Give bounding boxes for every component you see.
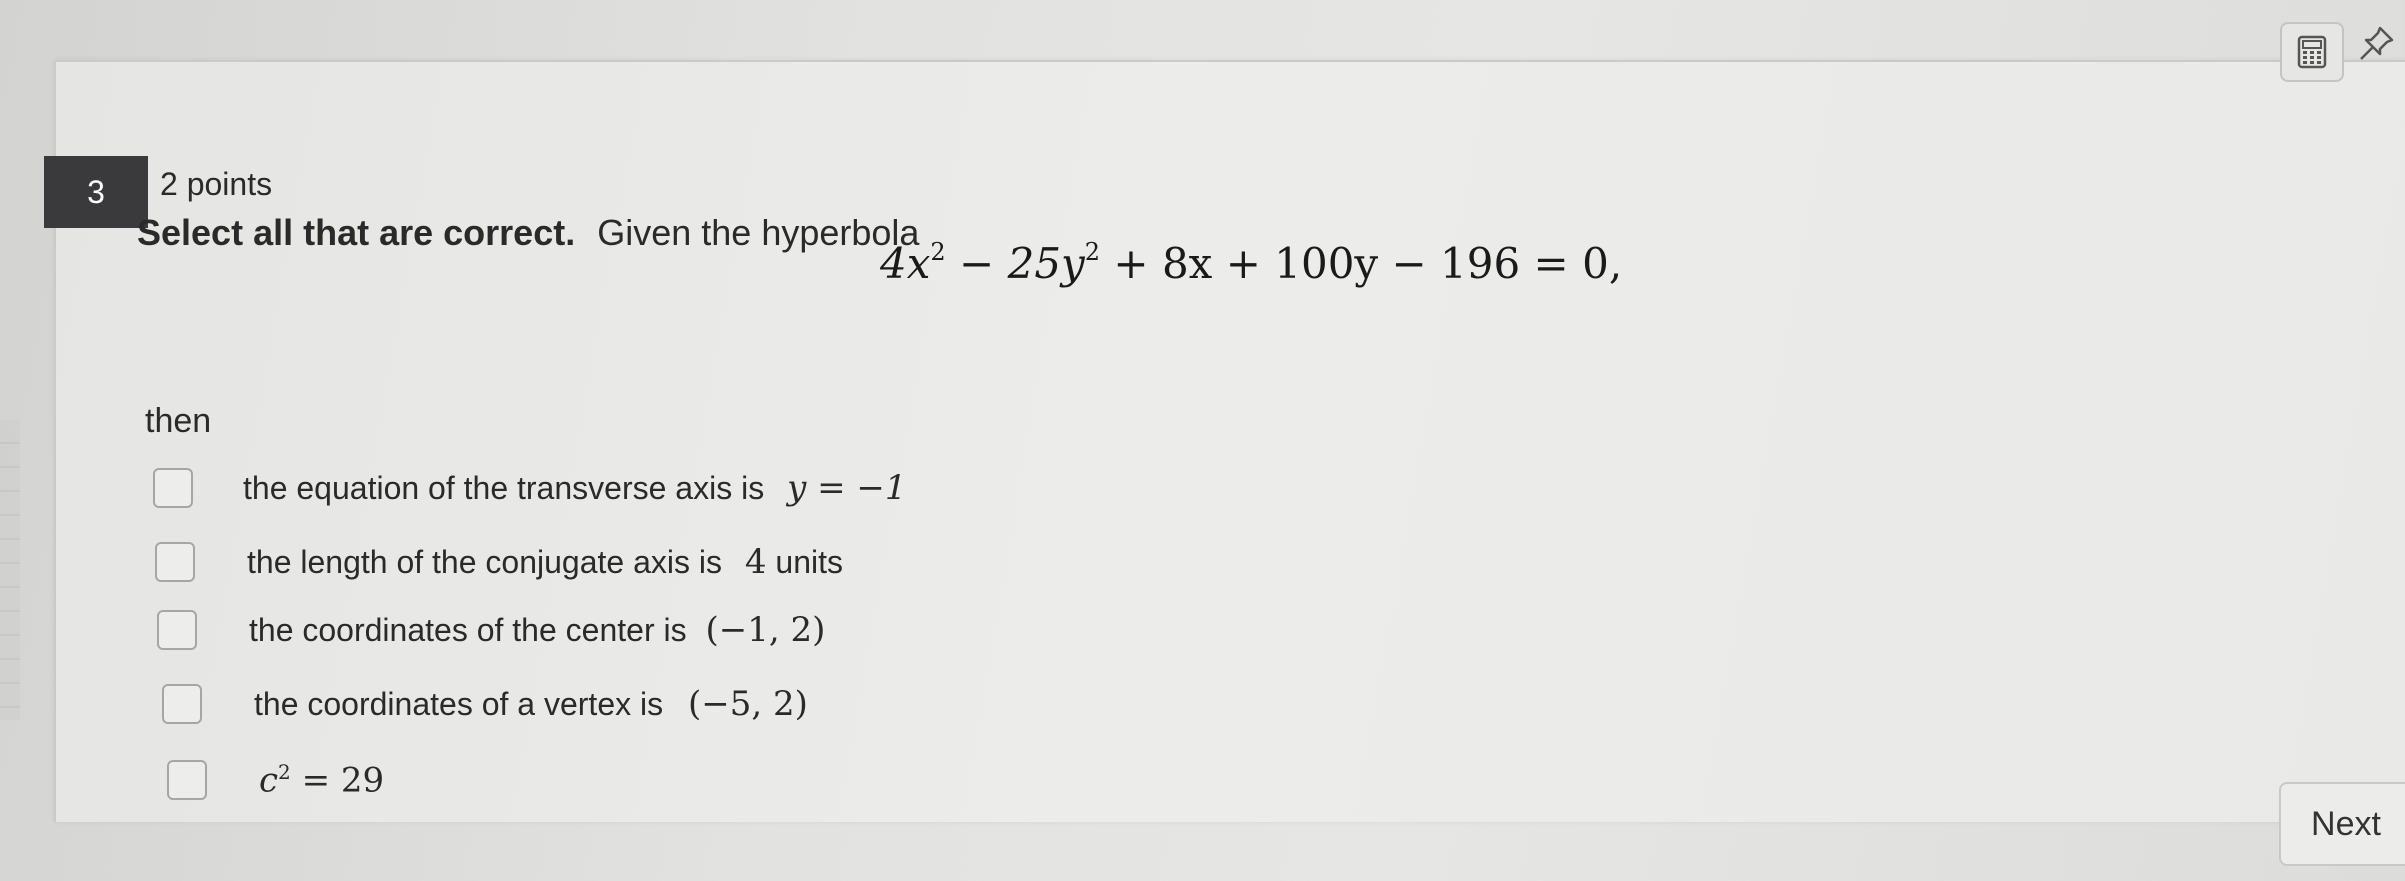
- option-center[interactable]: the coordinates of the center is (−1, 2): [157, 610, 825, 650]
- points-label: 2 points: [160, 166, 273, 202]
- pin-icon: [2360, 26, 2394, 60]
- option-vertex[interactable]: the coordinates of a vertex is (−5, 2): [162, 684, 808, 724]
- checkbox[interactable]: [167, 760, 207, 801]
- checkbox[interactable]: [157, 610, 197, 650]
- option-label: the coordinates of the center is (−1, 2): [249, 610, 826, 650]
- option-transverse-axis[interactable]: the equation of the transverse axis is y…: [153, 468, 907, 508]
- option-label: the equation of the transverse axis is y…: [243, 468, 907, 508]
- question-prompt: Select all that are correct. Given the h…: [137, 212, 919, 254]
- checkbox[interactable]: [153, 468, 193, 508]
- calculator-icon: [2297, 35, 2327, 69]
- option-label: c2 = 29: [259, 760, 385, 801]
- calculator-button[interactable]: [2280, 22, 2344, 82]
- then-label: then: [145, 402, 212, 440]
- hyperbola-equation: 4x2 − 25y2 + 8x + 100y − 196 = 0,: [880, 238, 1623, 288]
- option-conjugate-axis[interactable]: the length of the conjugate axis is 4 un…: [155, 542, 843, 582]
- option-label: the coordinates of a vertex is (−5, 2): [254, 684, 808, 724]
- next-button[interactable]: Next: [2279, 782, 2405, 866]
- prompt-instruction: Select all that are correct.: [137, 212, 576, 253]
- checkbox[interactable]: [155, 542, 195, 582]
- option-c-squared[interactable]: c2 = 29: [167, 760, 384, 800]
- question-number-badge: 3: [44, 156, 148, 228]
- background-edge: [0, 420, 20, 720]
- prompt-text: Given the hyperbola: [597, 212, 920, 253]
- checkbox[interactable]: [162, 684, 202, 724]
- pin-button[interactable]: [2356, 24, 2396, 64]
- option-label: the length of the conjugate axis is 4 un…: [247, 542, 843, 582]
